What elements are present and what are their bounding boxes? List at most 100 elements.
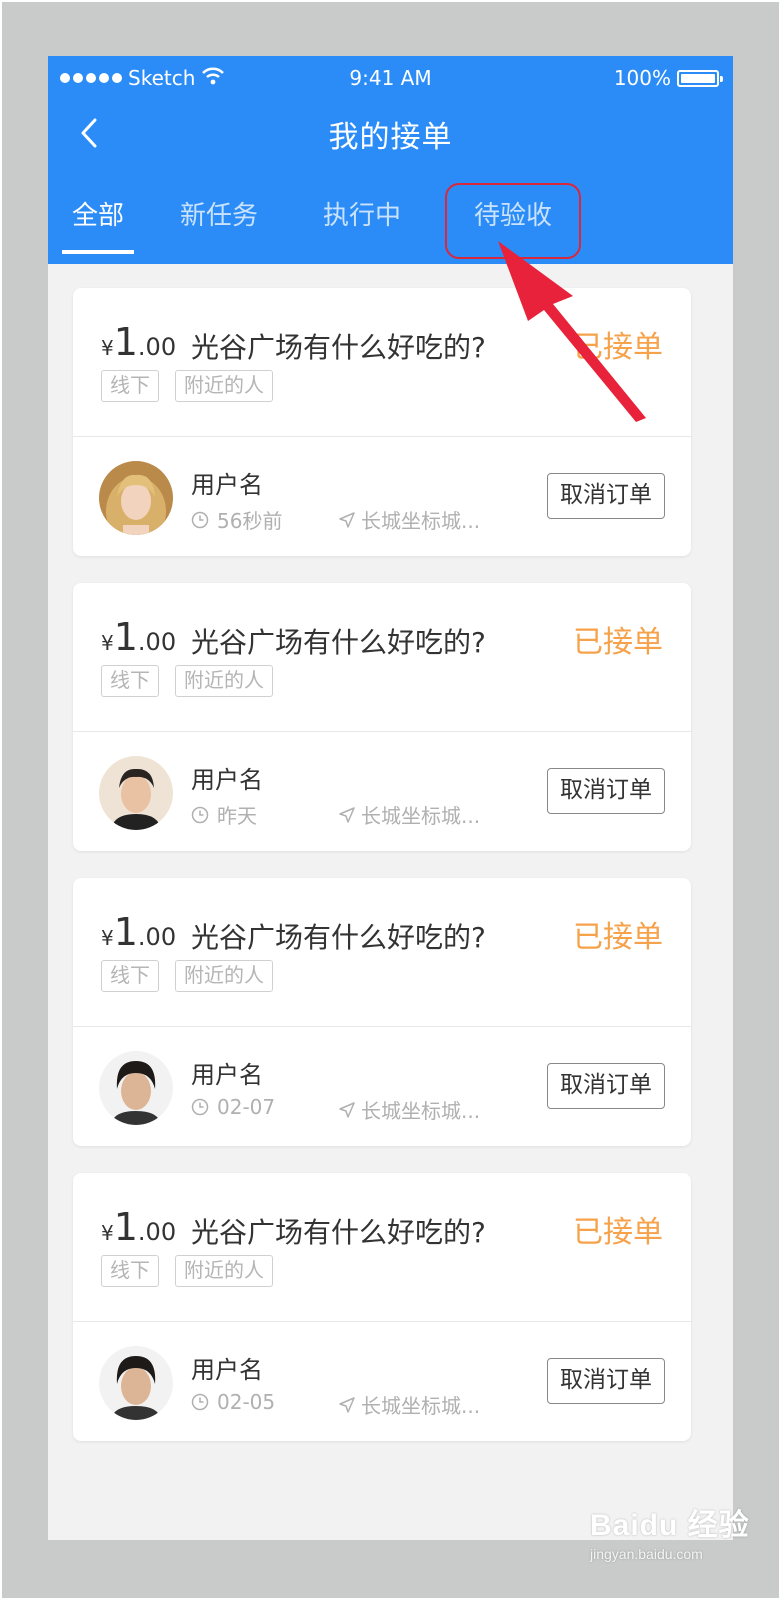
- price-decimal: .00: [137, 333, 177, 361]
- clock-icon: [191, 806, 209, 823]
- man-avatar-icon: [99, 1051, 173, 1125]
- watermark: Baidu 经验 jingyan.baidu.com: [590, 1500, 750, 1562]
- order-title: 光谷广场有什么好吃的?: [191, 331, 486, 364]
- order-summary: ¥1.00 光谷广场有什么好吃的? 已接单 线下 附近的人: [73, 1173, 691, 1321]
- order-user-row: 用户名 02-07 长城坐标城... 取消订单: [73, 1027, 691, 1146]
- location-arrow-icon: [339, 1396, 355, 1413]
- order-time: 56秒前: [191, 505, 282, 534]
- price-integer: 1: [113, 1205, 138, 1249]
- order-summary: ¥1.00 光谷广场有什么好吃的? 已接单 线下 附近的人: [73, 583, 691, 731]
- order-status: 已接单: [573, 920, 663, 955]
- avatar[interactable]: [99, 756, 173, 830]
- order-card[interactable]: ¥1.00 光谷广场有什么好吃的? 已接单 线下 附近的人 用户名 02-05 …: [73, 1173, 691, 1441]
- order-time: 02-05: [191, 1390, 275, 1414]
- price-currency: ¥: [101, 631, 114, 655]
- price-currency: ¥: [101, 336, 114, 360]
- order-price: ¥1.00: [101, 320, 176, 364]
- cancel-order-button[interactable]: 取消订单: [547, 1063, 665, 1109]
- order-user-row: 用户名 56秒前 长城坐标城... 取消订单: [73, 437, 691, 556]
- username: 用户名: [191, 1356, 263, 1384]
- page-title: 我的接单: [328, 120, 453, 155]
- order-summary: ¥1.00 光谷广场有什么好吃的? 已接单 线下 附近的人: [73, 878, 691, 1026]
- order-status: 已接单: [573, 625, 663, 660]
- tab-in-progress[interactable]: 执行中: [320, 196, 404, 256]
- tag-offline: 线下: [101, 1255, 159, 1287]
- order-user-row: 用户名 昨天 长城坐标城... 取消订单: [73, 732, 691, 851]
- man-avatar-icon: [99, 756, 173, 830]
- avatar[interactable]: [99, 461, 173, 535]
- location-arrow-icon: [339, 1101, 355, 1118]
- order-tags: 线下 附近的人: [101, 665, 273, 697]
- phone-screen: Sketch 9:41 AM 100% 我的接单 全部 新任务 执行中 待验收: [48, 56, 733, 1540]
- man-avatar-icon: [99, 1346, 173, 1420]
- time-text: 02-05: [217, 1390, 276, 1414]
- order-price: ¥1.00: [101, 910, 176, 954]
- avatar[interactable]: [99, 1346, 173, 1420]
- tag-offline: 线下: [101, 370, 159, 402]
- price-decimal: .00: [137, 923, 177, 951]
- location-arrow-icon: [339, 806, 355, 823]
- app-header: Sketch 9:41 AM 100% 我的接单 全部 新任务 执行中 待验收: [48, 56, 733, 264]
- tag-nearby: 附近的人: [175, 960, 273, 992]
- location-text: 长城坐标城...: [361, 509, 481, 533]
- clock-icon: [191, 1393, 209, 1411]
- username: 用户名: [191, 1061, 263, 1089]
- battery-icon: [677, 69, 723, 87]
- order-title: 光谷广场有什么好吃的?: [191, 921, 486, 954]
- order-price: ¥1.00: [101, 615, 176, 659]
- tab-all[interactable]: 全部: [62, 196, 134, 256]
- order-time: 02-07: [191, 1095, 275, 1119]
- battery-group: 100%: [613, 66, 723, 90]
- tag-nearby: 附近的人: [175, 665, 273, 697]
- price-currency: ¥: [101, 1221, 114, 1245]
- order-tags: 线下 附近的人: [101, 960, 273, 992]
- order-card[interactable]: ¥1.00 光谷广场有什么好吃的? 已接单 线下 附近的人 用户名 02-07 …: [73, 878, 691, 1146]
- order-user-row: 用户名 02-05 长城坐标城... 取消订单: [73, 1322, 691, 1441]
- order-time: 昨天: [191, 800, 257, 829]
- avatar[interactable]: [99, 1051, 173, 1125]
- woman-avatar-icon: [99, 461, 173, 535]
- order-location: 长城坐标城...: [337, 505, 480, 534]
- time-text: 56秒前: [217, 509, 283, 533]
- order-price: ¥1.00: [101, 1205, 176, 1249]
- status-bar: Sketch 9:41 AM 100%: [48, 62, 733, 92]
- order-location: 长城坐标城...: [337, 800, 480, 829]
- price-currency: ¥: [101, 926, 114, 950]
- order-title: 光谷广场有什么好吃的?: [191, 626, 486, 659]
- watermark-url: jingyan.baidu.com: [590, 1546, 703, 1562]
- price-integer: 1: [113, 320, 138, 364]
- order-tags: 线下 附近的人: [101, 370, 273, 402]
- active-tab-indicator: [62, 250, 134, 254]
- price-integer: 1: [113, 615, 138, 659]
- clock-icon: [191, 511, 209, 528]
- location-text: 长城坐标城...: [361, 1099, 481, 1123]
- order-location: 长城坐标城...: [337, 1390, 480, 1419]
- price-integer: 1: [113, 910, 138, 954]
- clock-icon: [191, 1098, 209, 1116]
- order-tags: 线下 附近的人: [101, 1255, 273, 1287]
- username: 用户名: [191, 766, 263, 794]
- location-arrow-icon: [339, 511, 355, 528]
- red-arrow-icon: [498, 241, 646, 422]
- tag-nearby: 附近的人: [175, 370, 273, 402]
- cancel-order-button[interactable]: 取消订单: [547, 1358, 665, 1404]
- price-decimal: .00: [137, 628, 177, 656]
- tag-nearby: 附近的人: [175, 1255, 273, 1287]
- tag-offline: 线下: [101, 665, 159, 697]
- time-text: 02-07: [217, 1095, 276, 1119]
- username: 用户名: [191, 471, 263, 499]
- location-text: 长城坐标城...: [361, 804, 481, 828]
- order-title: 光谷广场有什么好吃的?: [191, 1216, 486, 1249]
- location-text: 长城坐标城...: [361, 1394, 481, 1418]
- cancel-order-button[interactable]: 取消订单: [547, 768, 665, 814]
- cancel-order-button[interactable]: 取消订单: [547, 473, 665, 519]
- price-decimal: .00: [137, 1218, 177, 1246]
- watermark-logo: Baidu 经验: [590, 1509, 750, 1542]
- battery-percent: 100%: [613, 66, 671, 90]
- order-location: 长城坐标城...: [337, 1095, 480, 1124]
- time-text: 昨天: [217, 804, 257, 828]
- order-card[interactable]: ¥1.00 光谷广场有什么好吃的? 已接单 线下 附近的人 用户名 昨天 长城坐…: [73, 583, 691, 851]
- tab-new-task[interactable]: 新任务: [178, 196, 260, 256]
- order-status: 已接单: [573, 1215, 663, 1250]
- tag-offline: 线下: [101, 960, 159, 992]
